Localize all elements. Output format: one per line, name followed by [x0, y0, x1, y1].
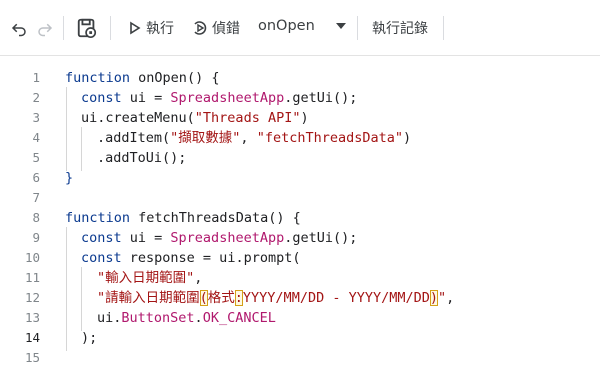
debug-label: 偵錯	[212, 21, 240, 37]
debug-icon	[194, 21, 207, 35]
undo-icon[interactable]	[8, 17, 30, 39]
code-line: .addItem("擷取數據", "fetchThreadsData")	[97, 130, 412, 146]
toolbar-divider	[63, 16, 64, 40]
line-number: 15	[24, 350, 40, 365]
code-line: const ui = SpreadsheetApp.getUi();	[81, 90, 358, 106]
code-line: const ui = SpreadsheetApp.getUi();	[81, 230, 358, 246]
line-number: 4	[32, 130, 40, 145]
code-editor[interactable]: 1 2 3 4 5 6 7 8 9 10 11 12 13 14 15 func…	[0, 56, 600, 365]
line-number: 9	[32, 230, 40, 245]
indent-guide	[66, 227, 67, 351]
line-number: 13	[24, 310, 40, 325]
toolbar-divider	[110, 16, 111, 40]
code-line: const response = ui.prompt(	[81, 250, 301, 266]
line-number: 1	[32, 70, 40, 85]
code-line: .addToUi();	[97, 150, 187, 166]
line-number-active: 14	[24, 330, 40, 345]
code-line: function onOpen() {	[65, 70, 220, 86]
function-select[interactable]: onOpen	[258, 18, 347, 34]
line-number: 7	[32, 190, 40, 205]
code-line: "輸入日期範圍",	[97, 270, 203, 286]
code-line: ui.createMenu("Threads API")	[81, 110, 309, 126]
line-number: 11	[24, 270, 40, 285]
code-line: function fetchThreadsData() {	[65, 210, 301, 226]
code-line: "請輸入日期範圍(格式:YYYY/MM/DD - YYYY/MM/DD)",	[97, 290, 455, 306]
line-number: 8	[32, 210, 40, 225]
run-button[interactable]: 執行	[128, 18, 174, 38]
line-number: 3	[32, 110, 40, 125]
code-line: }	[65, 170, 74, 186]
line-number: 6	[32, 170, 40, 185]
debug-button[interactable]: 偵錯	[192, 18, 240, 38]
toolbar-divider	[443, 16, 444, 40]
chevron-down-icon	[335, 23, 346, 29]
function-select-value: onOpen	[258, 18, 315, 34]
toolbar-divider	[357, 16, 358, 40]
run-label: 執行	[146, 21, 174, 37]
indent-guide	[81, 127, 82, 171]
line-number: 5	[32, 150, 40, 165]
line-number: 12	[24, 290, 40, 305]
code-line-active: );	[81, 330, 98, 346]
line-number: 10	[24, 250, 40, 265]
indent-guide	[81, 267, 82, 331]
save-icon[interactable]	[76, 17, 98, 39]
execution-log-button[interactable]: 執行記錄	[372, 18, 428, 38]
execution-log-label: 執行記錄	[372, 21, 428, 37]
redo-icon[interactable]	[34, 17, 56, 39]
code-line: ui.ButtonSet.OK_CANCEL	[97, 310, 276, 326]
play-icon	[130, 21, 141, 35]
editor-toolbar: 執行 偵錯 onOpen 執行記錄	[0, 0, 600, 56]
indent-guide	[66, 87, 67, 171]
line-number: 2	[32, 90, 40, 105]
